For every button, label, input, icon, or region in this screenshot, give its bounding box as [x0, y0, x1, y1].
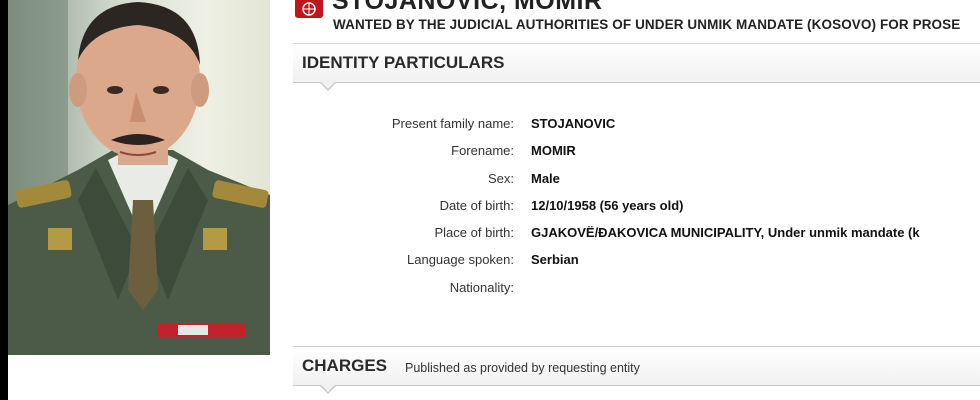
field-label: Present family name: [391, 116, 514, 131]
field-label: Place of birth: [434, 225, 515, 241]
field-label: Sex: [487, 170, 514, 186]
person-name: STOJANOVIC, MOMIR [332, 0, 603, 15]
wanted-by-text: WANTED BY THE JUDICIAL AUTHORITIES OF UN… [333, 17, 961, 32]
field-value: MOMIR [531, 143, 576, 159]
field-label: Nationality: [449, 279, 514, 295]
field-value: 12/10/1958 (56 years old) [531, 197, 684, 213]
field-value: GJAKOVË/ĐAKOVICA MUNICIPALITY, Under unm… [531, 225, 920, 241]
field-label: Language spoken: [407, 252, 514, 268]
field-value: STOJANOVIC [531, 116, 616, 131]
interpol-logo-icon [295, 0, 323, 18]
identity-particulars-header: IDENTITY PARTICULARS [293, 43, 980, 91]
charges-subtitle: Published as provided by requesting enti… [405, 361, 640, 375]
person-photo [8, 0, 270, 355]
section-title: IDENTITY PARTICULARS [302, 53, 505, 72]
left-edge-strip [0, 0, 8, 400]
field-label: Date of birth: [439, 197, 514, 213]
section-notch [319, 81, 337, 91]
charges-header: CHARGES Published as provided by request… [293, 346, 980, 394]
field-value: Serbian [531, 252, 579, 268]
field-label: Forename: [451, 143, 514, 159]
section-title: CHARGES [302, 356, 388, 375]
field-value: Male [531, 170, 560, 186]
section-notch [319, 384, 337, 394]
